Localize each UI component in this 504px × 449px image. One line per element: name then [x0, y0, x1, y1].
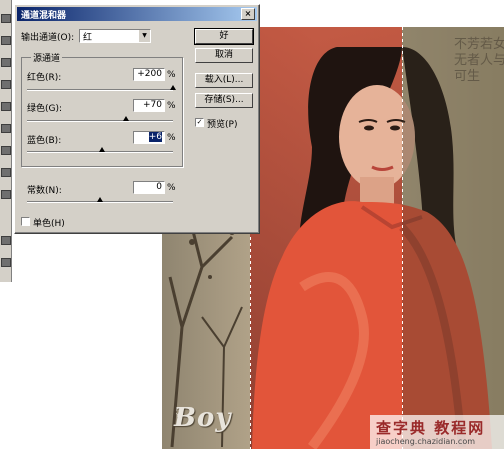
blue-slider-thumb[interactable] [99, 147, 106, 152]
green-slider-thumb[interactable] [122, 116, 129, 121]
monochrome-checkbox[interactable] [21, 217, 30, 226]
blue-unit: % [167, 133, 176, 143]
constant-input[interactable]: 0 [133, 181, 165, 194]
boy-logo: Boy [174, 403, 232, 433]
tool-icon[interactable] [1, 58, 11, 67]
red-slider[interactable] [27, 85, 176, 91]
tool-icon[interactable] [1, 36, 11, 45]
constant-label: 常数(N): [27, 186, 62, 196]
save-button[interactable]: 存储(S)... [195, 93, 253, 108]
site-watermark: 查字典 教程网 jiaocheng.chazidian.com [370, 415, 504, 449]
close-button[interactable]: × [241, 8, 255, 20]
tool-icon[interactable] [1, 102, 11, 111]
tool-icon[interactable] [1, 80, 11, 89]
green-input[interactable]: +70 [133, 99, 165, 112]
dialog-title: 通道混和器 [21, 11, 67, 21]
tool-icon[interactable] [1, 258, 11, 267]
red-unit: % [167, 70, 176, 80]
red-slider-thumb[interactable] [170, 85, 176, 90]
preview-checkbox[interactable]: ✓ [195, 118, 204, 127]
output-channel-label: 输出通道(O): [21, 33, 75, 43]
green-slider[interactable] [27, 116, 173, 122]
dialog-titlebar[interactable]: 通道混和器 × [17, 7, 257, 21]
red-label: 红色(R): [27, 73, 62, 83]
constant-unit: % [167, 183, 176, 193]
tool-icon[interactable] [1, 236, 11, 245]
watermark-url: jiaocheng.chazidian.com [376, 437, 476, 446]
tool-icon[interactable] [1, 124, 11, 133]
constant-slider[interactable] [27, 197, 173, 203]
cancel-button[interactable]: 取消 [195, 48, 253, 63]
tool-icon[interactable] [1, 190, 11, 199]
green-unit: % [167, 101, 176, 111]
ok-button[interactable]: 好 [194, 28, 254, 45]
load-button[interactable]: 载入(L)... [195, 73, 253, 88]
constant-slider-thumb[interactable] [97, 197, 103, 202]
preview-label: 预览(P) [207, 120, 238, 130]
source-channels-title: 源通道 [31, 51, 63, 64]
red-input[interactable]: +200 [133, 68, 165, 81]
monochrome-label: 单色(H) [33, 219, 65, 229]
calligraphy-watermark: 不芳若女无者人与可生 [454, 37, 504, 84]
tools-panel [0, 0, 12, 282]
blue-slider[interactable] [27, 147, 173, 153]
watermark-title: 查字典 教程网 [376, 419, 486, 437]
blue-input[interactable]: +6 [133, 131, 165, 144]
chevron-down-icon[interactable]: ▼ [138, 30, 150, 42]
output-channel-value: 红 [83, 33, 93, 43]
green-label: 绿色(G): [27, 104, 63, 114]
tool-icon[interactable] [1, 168, 11, 177]
tool-icon[interactable] [1, 14, 11, 23]
blue-label: 蓝色(B): [27, 136, 62, 146]
output-channel-select[interactable]: 红 ▼ [79, 29, 151, 43]
channel-mixer-dialog: 通道混和器 × 输出通道(O): 红 ▼ 源通道 红色(R): +200 % 绿… [14, 4, 260, 234]
tool-icon[interactable] [1, 146, 11, 155]
